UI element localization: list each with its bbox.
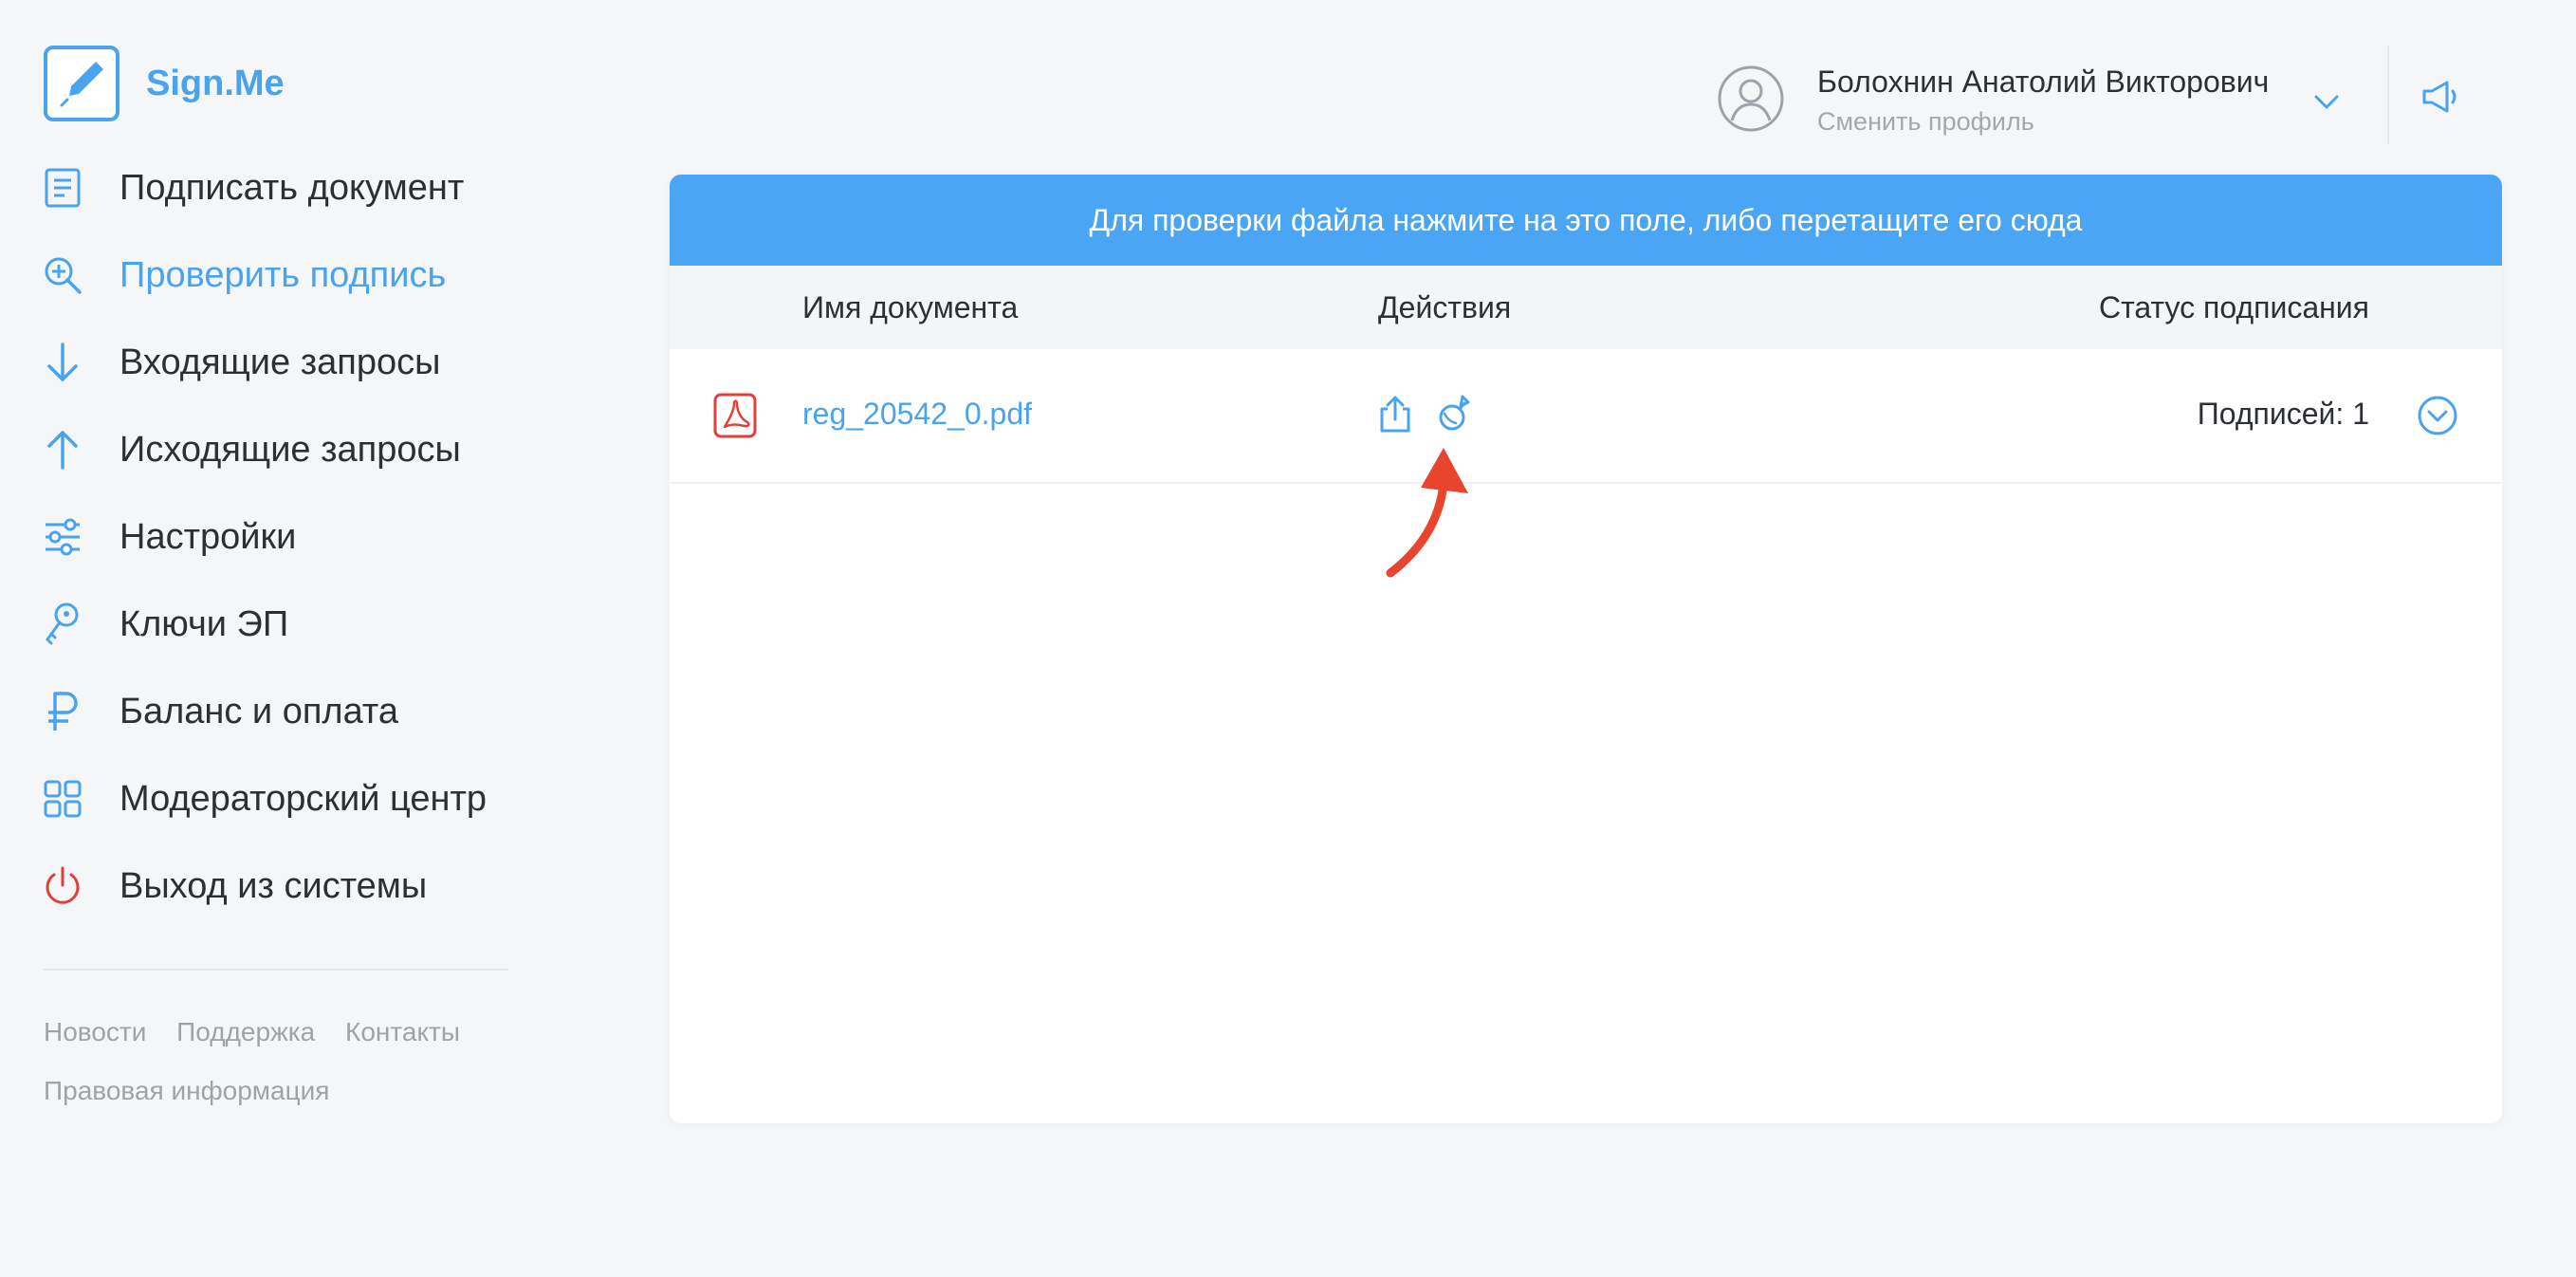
search-check-icon — [42, 254, 83, 296]
sidebar-item-incoming-requests[interactable]: Входящие запросы — [42, 334, 516, 391]
footer-link-support[interactable]: Поддержка — [176, 1017, 315, 1046]
broom-icon[interactable] — [1436, 393, 1474, 433]
sidebar-item-sign-document[interactable]: Подписать документ — [42, 159, 516, 216]
signature-status: Подписей: 1 — [2197, 397, 2369, 431]
document-icon — [42, 167, 83, 209]
avatar-icon — [1718, 65, 1784, 132]
table-row: reg_20542_0.pdf Подписей: 1 — [670, 349, 2502, 484]
sidebar-item-verify-signature[interactable]: Проверить подпись — [42, 247, 516, 304]
ruble-icon — [42, 691, 83, 732]
table-header: Имя документа Действия Статус подписания — [670, 266, 2502, 349]
document-check-panel: Для проверки файла нажмите на это поле, … — [670, 175, 2502, 1123]
sidebar-divider — [44, 969, 508, 971]
sidebar-item-label: Входящие запросы — [120, 342, 441, 382]
sidebar-item-keys[interactable]: Ключи ЭП — [42, 596, 516, 653]
pdf-file-icon — [713, 393, 757, 438]
footer-link-contacts[interactable]: Контакты — [345, 1017, 460, 1046]
sidebar-item-label: Модераторский центр — [120, 778, 487, 819]
sidebar-item-label: Ключи ЭП — [120, 603, 289, 644]
sidebar-item-label: Выход из системы — [120, 865, 428, 906]
share-icon[interactable] — [1377, 395, 1413, 435]
annotation-arrow — [1386, 448, 1468, 578]
arrow-up-icon — [42, 429, 83, 471]
sliders-icon — [42, 516, 83, 558]
sidebar-item-label: Настройки — [120, 516, 297, 557]
sidebar-item-logout[interactable]: Выход из системы — [42, 858, 516, 915]
chevron-down-icon[interactable] — [2310, 87, 2343, 116]
column-header-actions: Действия — [1378, 290, 1512, 324]
sidebar-item-outgoing-requests[interactable]: Исходящие запросы — [42, 421, 516, 478]
power-icon — [42, 865, 83, 907]
megaphone-icon[interactable] — [2419, 78, 2462, 116]
grid-icon — [42, 778, 83, 820]
sidebar-item-settings[interactable]: Настройки — [42, 509, 516, 565]
sidebar-item-moderator-center[interactable]: Модераторский центр — [42, 770, 516, 827]
pen-icon — [44, 46, 120, 121]
expand-chevron-icon[interactable] — [2417, 395, 2458, 436]
user-profile[interactable]: Болохнин Анатолий Викторович Сменить про… — [1717, 65, 2269, 136]
brand-logo[interactable]: Sign.Me — [44, 46, 285, 121]
sidebar-item-label: Проверить подпись — [120, 254, 447, 295]
brand-name: Sign.Me — [146, 63, 285, 103]
header-divider — [2387, 46, 2389, 144]
user-name: Болохнин Анатолий Викторович — [1817, 65, 2270, 99]
column-header-status: Статус подписания — [2098, 290, 2369, 324]
column-header-name: Имя документа — [802, 290, 1019, 324]
switch-profile-link[interactable]: Сменить профиль — [1817, 107, 2269, 137]
arrow-down-icon — [42, 342, 83, 383]
key-icon — [42, 602, 83, 645]
sidebar-item-label: Баланс и оплата — [120, 691, 398, 731]
sidebar-item-balance[interactable]: Баланс и оплата — [42, 683, 516, 740]
sidebar-item-label: Подписать документ — [120, 167, 465, 208]
sidebar-item-label: Исходящие запросы — [120, 429, 461, 470]
footer-link-legal[interactable]: Правовая информация — [44, 1076, 329, 1105]
file-dropzone[interactable]: Для проверки файла нажмите на это поле, … — [670, 175, 2502, 266]
document-link[interactable]: reg_20542_0.pdf — [802, 397, 1032, 432]
footer-link-news[interactable]: Новости — [44, 1017, 146, 1046]
